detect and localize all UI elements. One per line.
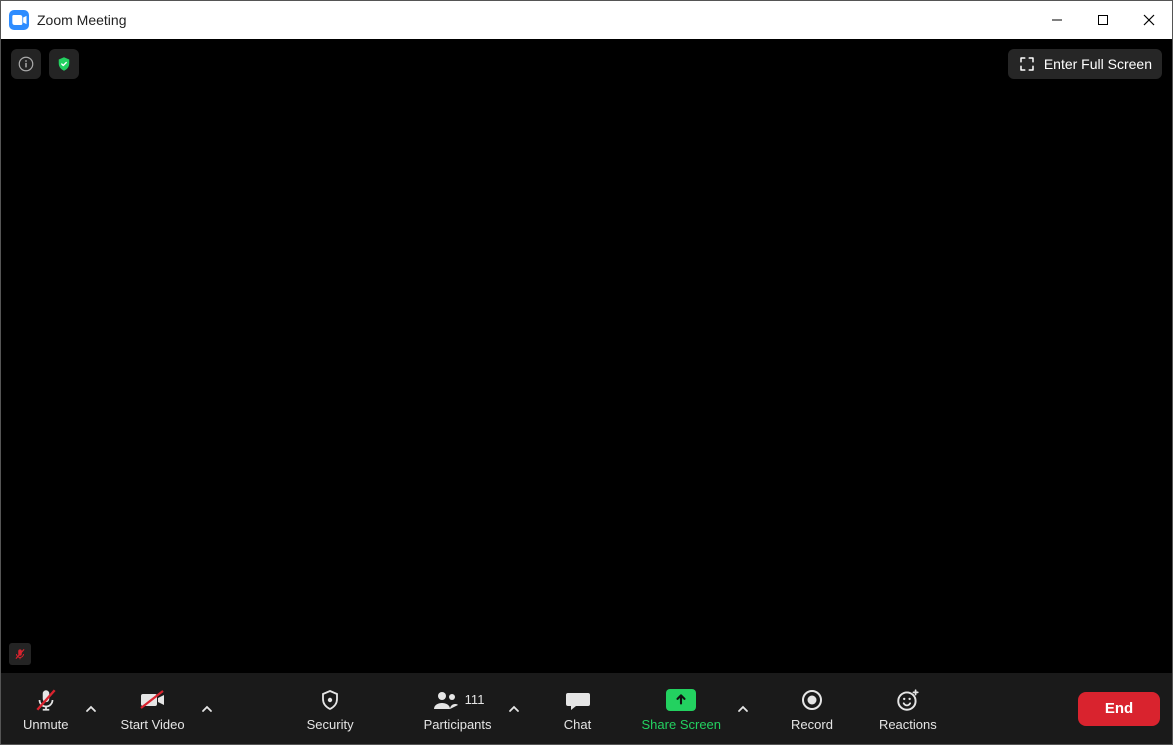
chevron-up-icon	[85, 703, 97, 715]
window-title: Zoom Meeting	[37, 12, 126, 28]
meeting-info-button[interactable]	[11, 49, 41, 79]
mic-muted-icon	[13, 647, 27, 661]
shield-icon	[318, 687, 342, 713]
participants-icon	[431, 687, 461, 713]
window-titlebar: Zoom Meeting	[1, 1, 1172, 39]
chat-button[interactable]: Chat	[544, 676, 612, 741]
mic-muted-icon	[33, 687, 59, 713]
record-label: Record	[791, 717, 833, 732]
self-muted-indicator	[9, 643, 31, 665]
enter-fullscreen-button[interactable]: Enter Full Screen	[1008, 49, 1162, 79]
start-video-button[interactable]: Start Video	[111, 676, 195, 741]
record-button[interactable]: Record	[773, 676, 851, 741]
security-label: Security	[307, 717, 354, 732]
share-screen-button[interactable]: Share Screen	[632, 676, 732, 741]
start-video-label: Start Video	[121, 717, 185, 732]
unmute-label: Unmute	[23, 717, 69, 732]
zoom-window: Zoom Meeting	[0, 0, 1173, 745]
window-close-button[interactable]	[1126, 1, 1172, 39]
video-options-caret[interactable]	[195, 676, 219, 741]
window-maximize-button[interactable]	[1080, 1, 1126, 39]
meeting-info-controls	[11, 49, 79, 79]
share-options-caret[interactable]	[731, 676, 755, 741]
audio-options-caret[interactable]	[79, 676, 103, 741]
participants-label: Participants	[424, 717, 492, 732]
shield-check-icon	[55, 55, 73, 73]
security-button[interactable]: Security	[287, 676, 374, 741]
zoom-logo-icon	[9, 10, 29, 30]
participants-count: 111	[465, 692, 485, 707]
encryption-shield-button[interactable]	[49, 49, 79, 79]
share-screen-icon	[666, 689, 696, 711]
end-button[interactable]: End	[1078, 692, 1160, 726]
enter-fullscreen-label: Enter Full Screen	[1044, 56, 1152, 72]
chat-icon	[564, 687, 592, 713]
end-label: End	[1105, 700, 1133, 717]
fullscreen-icon	[1018, 55, 1036, 73]
chevron-up-icon	[201, 703, 213, 715]
record-icon	[800, 688, 824, 712]
participants-options-caret[interactable]	[502, 676, 526, 741]
unmute-button[interactable]: Unmute	[13, 676, 79, 741]
info-icon	[17, 55, 35, 73]
window-minimize-button[interactable]	[1034, 1, 1080, 39]
chat-label: Chat	[564, 717, 591, 732]
chevron-up-icon	[508, 703, 520, 715]
reactions-label: Reactions	[879, 717, 937, 732]
reactions-button[interactable]: Reactions	[861, 676, 955, 741]
meeting-toolbar: Unmute Start Video	[1, 673, 1172, 744]
participants-button[interactable]: 111 Participants	[414, 676, 502, 741]
video-off-icon	[138, 687, 168, 713]
video-area: Enter Full Screen	[1, 39, 1172, 673]
chevron-up-icon	[737, 703, 749, 715]
reactions-icon	[895, 687, 921, 713]
share-screen-label: Share Screen	[642, 717, 722, 732]
